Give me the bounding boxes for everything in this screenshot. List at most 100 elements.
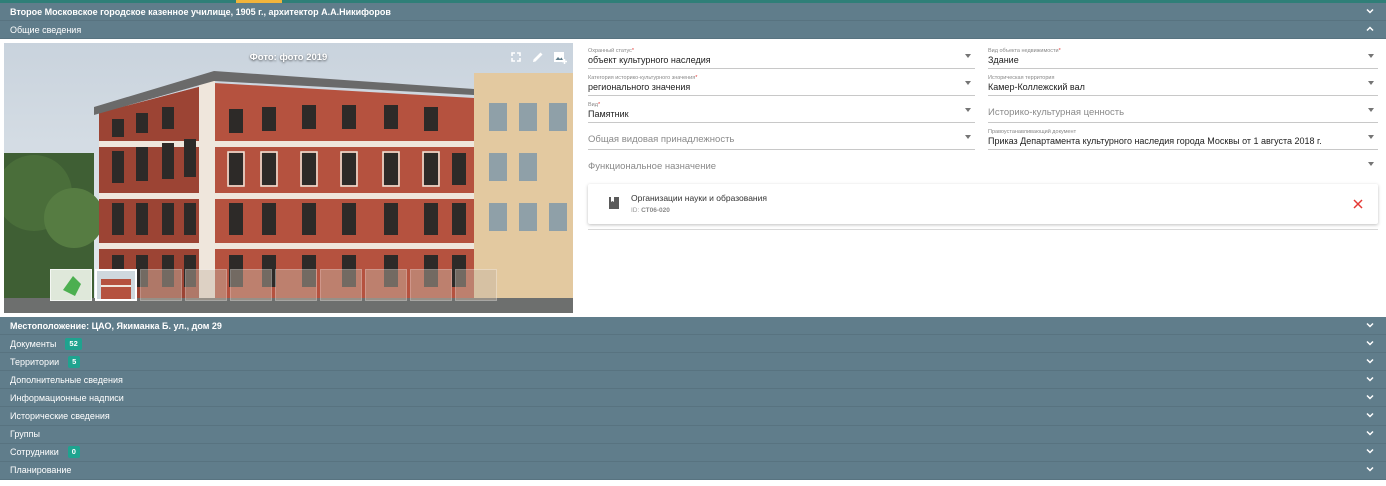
function-id: ID: СТ06-020: [631, 207, 670, 214]
property-type-value: Здание: [988, 55, 1019, 65]
photo-title: Фото: фото 2019: [249, 52, 328, 63]
chevron-down-icon[interactable]: [1366, 357, 1374, 365]
function-id-label: ID:: [631, 207, 640, 214]
protection-status-label: Охранный статус*: [588, 48, 634, 54]
historical-territory-label: Историческая территория: [988, 75, 1055, 81]
functional-purpose-select[interactable]: Функциональное назначение: [588, 151, 1378, 177]
chevron-down-icon[interactable]: [1366, 429, 1374, 437]
section-historical-info[interactable]: Исторические сведения: [0, 407, 1386, 426]
section-documents[interactable]: Документы 52: [0, 335, 1386, 354]
category-value: регионального значения: [588, 82, 691, 92]
section-groups[interactable]: Группы: [0, 425, 1386, 444]
thumbnail[interactable]: [140, 269, 182, 301]
thumbnail[interactable]: [185, 269, 227, 301]
general-section-label: Общие сведения: [10, 24, 82, 35]
section-territories[interactable]: Территории 5: [0, 353, 1386, 372]
dropdown-arrow-icon[interactable]: [965, 135, 971, 139]
protection-status-value: объект культурного наследия: [588, 55, 711, 65]
required-mark: *: [1058, 48, 1061, 54]
category-label-text: Категория историко-культурного значения: [588, 75, 696, 81]
chevron-up-icon[interactable]: [1366, 25, 1374, 33]
chevron-down-icon[interactable]: [1366, 339, 1374, 347]
kind-label-text: Вид: [588, 102, 598, 108]
kind-label: Вид*: [588, 102, 600, 108]
thumbnail[interactable]: [320, 269, 362, 301]
section-label: Местоположение: ЦАО, Якиманка Б. ул., до…: [10, 320, 222, 331]
legal-document-select[interactable]: Правоустанавливающий документ Приказ Деп…: [988, 124, 1378, 150]
function-id-value: СТ06-020: [641, 207, 670, 214]
required-mark: *: [695, 75, 698, 81]
section-info-inscriptions[interactable]: Информационные надписи: [0, 389, 1386, 408]
dropdown-arrow-icon[interactable]: [1368, 54, 1374, 58]
photo-viewer[interactable]: Фото: фото 2019: [4, 43, 573, 313]
category-label: Категория историко-культурного значения*: [588, 75, 697, 81]
chevron-down-icon[interactable]: [1366, 7, 1374, 15]
photo-thumbnails: [50, 269, 497, 301]
historical-territory-select[interactable]: Историческая территория Камер-Коллежский…: [988, 70, 1378, 96]
property-type-label: Вид объекта недвижимости*: [988, 48, 1061, 54]
cultural-value-placeholder: Историко-культурная ценность: [988, 107, 1125, 118]
count-badge: 0: [67, 446, 80, 459]
thumbnail[interactable]: [410, 269, 452, 301]
add-photo-icon[interactable]: [553, 50, 567, 64]
chevron-down-icon[interactable]: [1366, 447, 1374, 455]
section-label: Информационные надписи: [10, 392, 124, 403]
thumbnail-active[interactable]: [95, 269, 137, 301]
section-list: Местоположение: ЦАО, Якиманка Б. ул., до…: [0, 317, 1386, 480]
functional-purpose-card: Организации науки и образования ID: СТ06…: [588, 184, 1378, 224]
object-title-bar[interactable]: Второе Московское городское казенное учи…: [0, 3, 1386, 21]
thumbnail[interactable]: [275, 269, 317, 301]
fullscreen-icon[interactable]: [509, 50, 523, 64]
legal-document-value: Приказ Департамента культурного наследия…: [988, 136, 1322, 146]
required-mark: *: [631, 48, 635, 54]
legal-document-label: Правоустанавливающий документ: [988, 129, 1077, 135]
section-label: Территории: [10, 356, 60, 367]
section-location[interactable]: Местоположение: ЦАО, Якиманка Б. ул., до…: [0, 317, 1386, 336]
thumbnail[interactable]: [50, 269, 92, 301]
chevron-down-icon[interactable]: [1366, 465, 1374, 473]
required-mark: *: [597, 102, 601, 108]
general-affiliation-placeholder: Общая видовая принадлежность: [588, 134, 735, 145]
section-label: Документы: [10, 338, 57, 349]
photo-toolbar: [509, 50, 567, 64]
dropdown-arrow-icon[interactable]: [965, 81, 971, 85]
thumbnail[interactable]: [230, 269, 272, 301]
kind-select[interactable]: Вид* Памятник: [588, 97, 975, 123]
close-icon[interactable]: [1352, 197, 1364, 209]
dropdown-arrow-icon[interactable]: [965, 54, 971, 58]
dropdown-arrow-icon[interactable]: [1368, 135, 1374, 139]
function-name: Организации науки и образования: [631, 193, 767, 203]
section-label: Планирование: [10, 465, 72, 476]
count-badge: 5: [68, 355, 81, 368]
dropdown-arrow-icon[interactable]: [1368, 108, 1374, 112]
thumbnail[interactable]: [455, 269, 497, 301]
protection-status-select[interactable]: Охранный статус* объект культурного насл…: [588, 43, 975, 69]
category-select[interactable]: Категория историко-культурного значения*…: [588, 70, 975, 96]
thumbnail[interactable]: [365, 269, 407, 301]
general-affiliation-select[interactable]: Общая видовая принадлежность: [588, 124, 975, 150]
chevron-down-icon[interactable]: [1366, 321, 1374, 329]
cultural-value-select[interactable]: Историко-культурная ценность: [988, 97, 1378, 123]
section-additional-info[interactable]: Дополнительные сведения: [0, 371, 1386, 390]
section-label: Группы: [10, 429, 40, 440]
historical-territory-value: Камер-Коллежский вал: [988, 82, 1085, 92]
count-badge: 52: [65, 337, 82, 350]
chevron-down-icon[interactable]: [1366, 375, 1374, 383]
dropdown-arrow-icon[interactable]: [1368, 81, 1374, 85]
protection-status-label-text: Охранный статус: [588, 48, 632, 54]
property-type-select[interactable]: Вид объекта недвижимости* Здание: [988, 43, 1378, 69]
dropdown-arrow-icon[interactable]: [1368, 162, 1374, 166]
section-planning[interactable]: Планирование: [0, 461, 1386, 480]
section-label: Сотрудники: [10, 447, 59, 458]
chevron-down-icon[interactable]: [1366, 393, 1374, 401]
functional-purpose-placeholder: Функциональное назначение: [588, 161, 717, 172]
object-title: Второе Московское городское казенное учи…: [10, 6, 391, 17]
section-staff[interactable]: Сотрудники 0: [0, 443, 1386, 462]
bookmark-icon: [608, 196, 620, 210]
chevron-down-icon[interactable]: [1366, 411, 1374, 419]
property-type-label-text: Вид объекта недвижимости: [988, 48, 1059, 54]
dropdown-arrow-icon[interactable]: [965, 108, 971, 112]
edit-icon[interactable]: [531, 50, 545, 64]
general-section-header[interactable]: Общие сведения: [0, 21, 1386, 39]
general-section-content: Фото: фото 2019 Охранный статус* объект …: [0, 39, 1386, 317]
